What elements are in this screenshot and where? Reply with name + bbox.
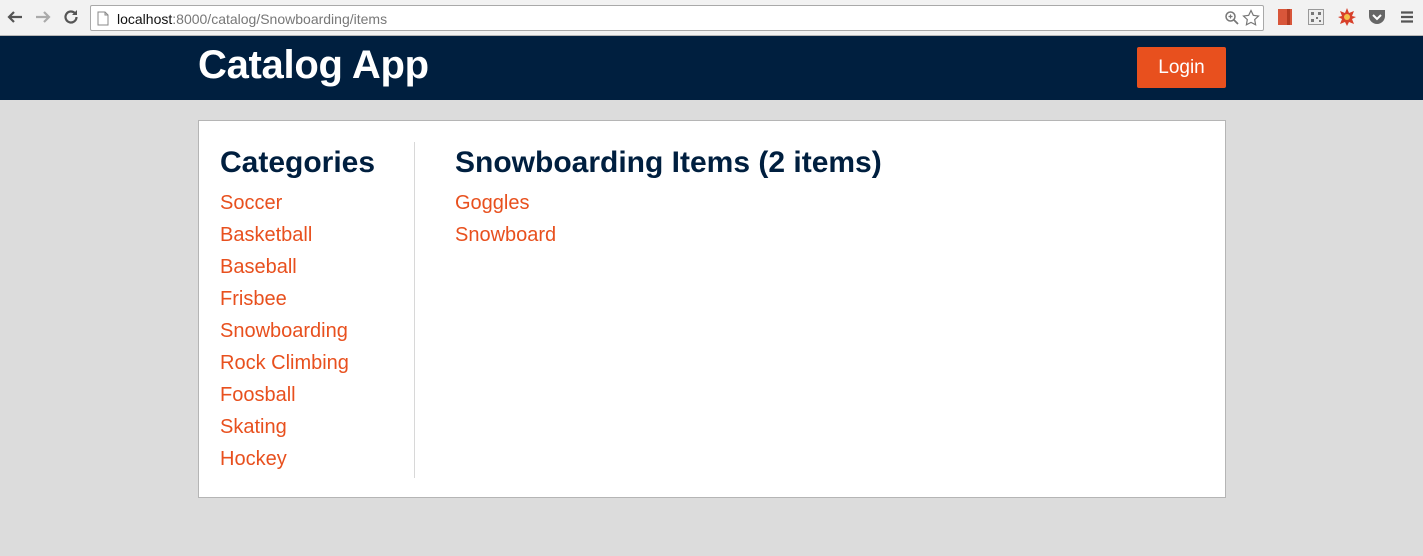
list-item: Frisbee bbox=[220, 287, 349, 319]
back-button[interactable] bbox=[4, 6, 26, 28]
list-item: Foosball bbox=[220, 383, 349, 415]
url-text[interactable]: localhost:8000/catalog/Snowboarding/item… bbox=[117, 11, 387, 27]
bookmark-star-icon[interactable] bbox=[1242, 9, 1260, 27]
content-panel: Categories Soccer Basketball Baseball Fr… bbox=[198, 120, 1226, 498]
menu-hamburger-icon[interactable] bbox=[1398, 8, 1416, 26]
item-list: Goggles Snowboard bbox=[455, 191, 855, 255]
categories-heading: Categories bbox=[220, 146, 376, 179]
category-link[interactable]: Soccer bbox=[220, 192, 282, 214]
page-icon bbox=[97, 11, 109, 26]
app-title[interactable]: Catalog App bbox=[198, 43, 429, 88]
list-item: Goggles bbox=[455, 191, 855, 223]
list-item: Baseball bbox=[220, 255, 349, 287]
category-link[interactable]: Foosball bbox=[220, 384, 296, 406]
category-link[interactable]: Snowboarding bbox=[220, 320, 348, 342]
forward-arrow-icon bbox=[36, 11, 51, 23]
pocket-extension-icon[interactable] bbox=[1368, 8, 1386, 26]
url-host: localhost bbox=[117, 11, 173, 27]
column-divider bbox=[414, 142, 415, 478]
burst-extension-icon[interactable] bbox=[1338, 8, 1356, 26]
category-link[interactable]: Basketball bbox=[220, 224, 312, 246]
login-button[interactable]: Login bbox=[1137, 47, 1226, 88]
reload-button[interactable] bbox=[60, 6, 82, 28]
item-link[interactable]: Goggles bbox=[455, 192, 530, 214]
list-item: Snowboard bbox=[455, 223, 855, 255]
list-item: Skating bbox=[220, 415, 349, 447]
list-item: Soccer bbox=[220, 191, 349, 223]
list-item: Hockey bbox=[220, 447, 349, 479]
category-link[interactable]: Rock Climbing bbox=[220, 352, 349, 374]
category-link[interactable]: Baseball bbox=[220, 256, 297, 278]
forward-button[interactable] bbox=[32, 6, 54, 28]
back-arrow-icon bbox=[7, 11, 22, 23]
app-navbar: Catalog App Login bbox=[0, 36, 1423, 100]
qr-extension-icon[interactable] bbox=[1307, 8, 1325, 26]
items-heading: Snowboarding Items (2 items) bbox=[455, 146, 882, 179]
address-bar[interactable]: localhost:8000/catalog/Snowboarding/item… bbox=[90, 5, 1264, 31]
reload-icon bbox=[64, 10, 78, 24]
list-item: Basketball bbox=[220, 223, 349, 255]
category-link[interactable]: Hockey bbox=[220, 448, 287, 470]
list-item: Snowboarding bbox=[220, 319, 349, 351]
categories-sidebar: Categories Soccer Basketball Baseball Fr… bbox=[199, 121, 415, 497]
zoom-icon[interactable] bbox=[1224, 10, 1240, 26]
category-link[interactable]: Skating bbox=[220, 416, 287, 438]
url-path: :8000/catalog/Snowboarding/items bbox=[172, 11, 388, 27]
browser-toolbar: localhost:8000/catalog/Snowboarding/item… bbox=[0, 0, 1423, 36]
category-list: Soccer Basketball Baseball Frisbee Snowb… bbox=[220, 191, 349, 479]
bookmark-extension-icon[interactable] bbox=[1276, 8, 1294, 26]
category-link[interactable]: Frisbee bbox=[220, 288, 287, 310]
list-item: Rock Climbing bbox=[220, 351, 349, 383]
item-link[interactable]: Snowboard bbox=[455, 224, 556, 246]
